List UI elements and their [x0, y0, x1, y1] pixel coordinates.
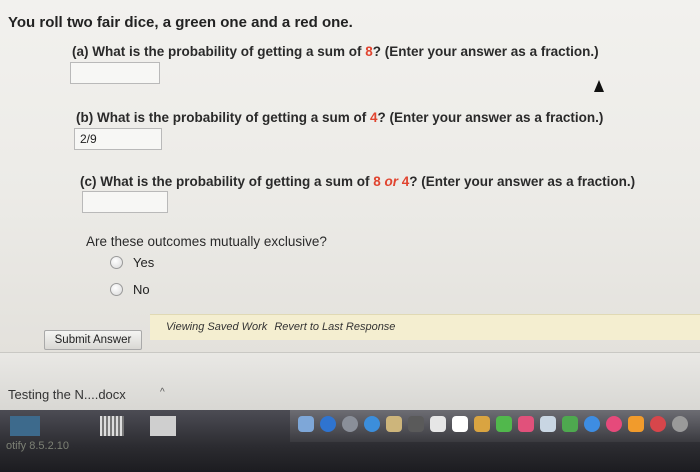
chevron-up-icon[interactable]: ^	[160, 387, 165, 398]
calendar-icon[interactable]	[452, 416, 468, 432]
radio-yes[interactable]	[110, 256, 123, 269]
question-c-or: or	[380, 174, 402, 189]
revert-link[interactable]: Revert to Last Response	[274, 321, 395, 333]
radio-row-no[interactable]: No	[110, 282, 150, 297]
safari-icon[interactable]	[320, 416, 336, 432]
maps-icon[interactable]	[540, 416, 556, 432]
facetime-icon[interactable]	[518, 416, 534, 432]
window-thumbnail-1[interactable]	[10, 416, 40, 436]
question-c-value-1: 8	[373, 174, 381, 189]
webassign-page: You roll two fair dice, a green one and …	[0, 0, 700, 352]
radio-no[interactable]	[110, 283, 123, 296]
question-b-suffix: ? (Enter your answer as a fraction.)	[377, 110, 604, 125]
chrome-icon[interactable]	[650, 416, 666, 432]
question-b-value: 4	[370, 110, 378, 125]
question-a: (a) What is the probability of getting a…	[72, 44, 599, 59]
app-store-icon[interactable]	[364, 416, 380, 432]
appstore-icon[interactable]	[584, 416, 600, 432]
contacts-icon[interactable]	[386, 416, 402, 432]
question-a-value: 8	[365, 44, 373, 59]
answer-c-input[interactable]	[82, 191, 168, 213]
finder-icon[interactable]	[298, 416, 314, 432]
mouse-cursor-icon	[594, 80, 604, 92]
system-preferences-icon[interactable]	[672, 416, 688, 432]
messages-icon[interactable]	[496, 416, 512, 432]
window-thumbnail-3[interactable]	[150, 416, 176, 436]
question-b-prefix: (b) What is the probability of getting a…	[76, 110, 370, 125]
photos-icon[interactable]	[474, 416, 490, 432]
radio-row-yes[interactable]: Yes	[110, 255, 154, 270]
viewing-saved-work-link[interactable]: Viewing Saved Work	[166, 321, 267, 333]
downloads-bar: Testing the N....docx ^	[0, 352, 700, 411]
notes-icon[interactable]	[408, 416, 424, 432]
itunes-icon[interactable]	[606, 416, 622, 432]
bottom-status-text: otify 8.5.2.10	[6, 440, 69, 452]
mutual-exclusive-question: Are these outcomes mutually exclusive?	[86, 234, 327, 249]
problem-intro: You roll two fair dice, a green one and …	[8, 14, 353, 31]
radio-yes-label: Yes	[133, 255, 155, 270]
ibooks-icon[interactable]	[628, 416, 644, 432]
launchpad-icon[interactable]	[342, 416, 358, 432]
question-b: (b) What is the probability of getting a…	[76, 110, 603, 125]
radio-no-label: No	[133, 282, 150, 297]
submit-answer-button[interactable]: Submit Answer	[44, 330, 142, 350]
question-a-suffix: ? (Enter your answer as a fraction.)	[372, 44, 599, 59]
question-c-suffix: ? (Enter your answer as a fraction.)	[409, 174, 636, 189]
reminders-icon[interactable]	[430, 416, 446, 432]
window-thumbnail-2[interactable]	[100, 416, 124, 436]
dock	[0, 410, 700, 472]
question-a-prefix: (a) What is the probability of getting a…	[72, 44, 366, 59]
saved-work-bar: Viewing Saved Work Revert to Last Respon…	[150, 314, 700, 340]
answer-b-input[interactable]: 2/9	[74, 128, 162, 150]
question-c-prefix: (c) What is the probability of getting a…	[80, 174, 374, 189]
download-item[interactable]: Testing the N....docx	[8, 387, 126, 402]
numbers-icon[interactable]	[562, 416, 578, 432]
question-c: (c) What is the probability of getting a…	[80, 174, 635, 189]
answer-a-input[interactable]	[70, 62, 160, 84]
